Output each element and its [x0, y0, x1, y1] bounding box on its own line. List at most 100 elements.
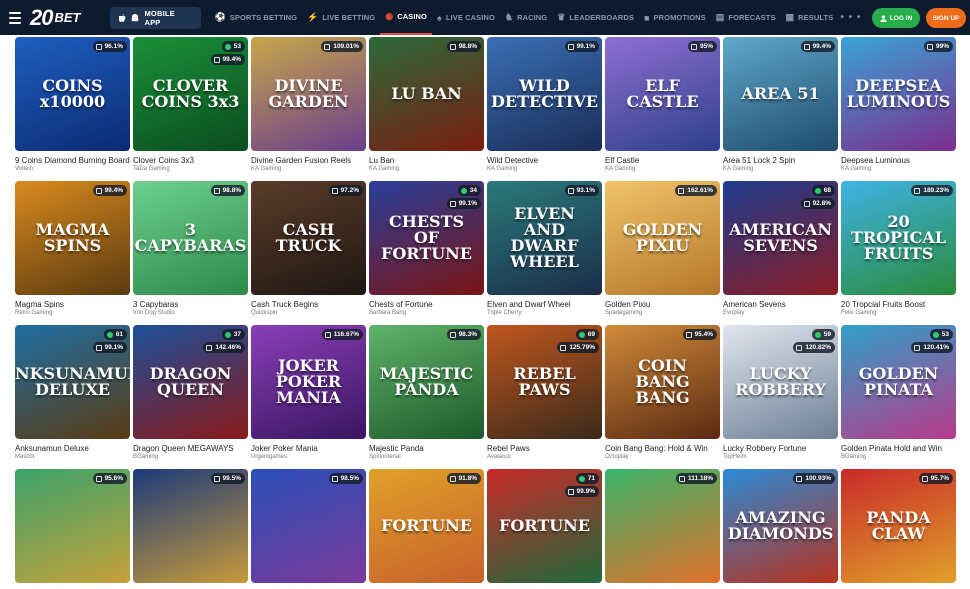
game-thumbnail[interactable]: AREA 51 99.4%: [723, 37, 838, 151]
game-title[interactable]: Elf Castle: [605, 156, 720, 165]
game-tile[interactable]: CLOVER COINS 3x3 53 99.4% Clover Coins 3x3 T…: [133, 37, 248, 172]
game-title[interactable]: 3 Capybaras: [133, 300, 248, 309]
game-thumbnail[interactable]: ELVEN AND DWARF WHEEL 93.1%: [487, 181, 602, 295]
game-tile[interactable]: AREA 51 99.4% Area 51 Lock 2 Spin KA Gaming: [723, 37, 838, 172]
game-title[interactable]: Lucky Robbery Fortune: [723, 444, 838, 453]
game-thumbnail[interactable]: ANKSUNAMUN DELUXE 61 99.1%: [15, 325, 130, 439]
game-tile[interactable]: 95.6%: [15, 469, 130, 589]
game-thumbnail[interactable]: 3 CAPYBARAS 98.8%: [133, 181, 248, 295]
game-tile[interactable]: ELVEN AND DWARF WHEEL 93.1% Elven and Dwar…: [487, 181, 602, 316]
game-tile[interactable]: ELF CASTLE 95% Elf Castle KA Gaming: [605, 37, 720, 172]
game-title[interactable]: 9 Coins Diamond Burning Board: [15, 156, 130, 165]
game-tile[interactable]: AMAZING DIAMONDS 100.93%: [723, 469, 838, 589]
game-tile[interactable]: MAJESTIC PANDA 98.3% Majestic Panda Spinome…: [369, 325, 484, 460]
game-thumbnail[interactable]: 111.18%: [605, 469, 720, 583]
game-title[interactable]: Cash Truck Begins: [251, 300, 366, 309]
game-thumbnail[interactable]: 99.5%: [133, 469, 248, 583]
game-title[interactable]: Dragon Queen MEGAWAYS: [133, 444, 248, 453]
game-title[interactable]: Divine Garden Fusion Reels: [251, 156, 366, 165]
game-tile[interactable]: PANDA CLAW 95.7%: [841, 469, 956, 589]
game-thumbnail[interactable]: LU BAN 98.8%: [369, 37, 484, 151]
game-tile[interactable]: 99.5%: [133, 469, 248, 589]
game-thumbnail[interactable]: GOLDEN PINATA 53 120.41%: [841, 325, 956, 439]
game-tile[interactable]: 3 CAPYBARAS 98.8% 3 Capybaras Iron Dog Stud…: [133, 181, 248, 316]
game-title[interactable]: Joker Poker Mania: [251, 444, 366, 453]
game-thumbnail[interactable]: MAJESTIC PANDA 98.3%: [369, 325, 484, 439]
game-title[interactable]: Clover Coins 3x3: [133, 156, 248, 165]
game-title[interactable]: Majestic Panda: [369, 444, 484, 453]
game-thumbnail[interactable]: FORTUNE 91.8%: [369, 469, 484, 583]
game-thumbnail[interactable]: COIN BANG BANG 95.4%: [605, 325, 720, 439]
game-tile[interactable]: GOLDEN PIXIU 162.61% Golden Pixiu Spadegami…: [605, 181, 720, 316]
game-thumbnail[interactable]: FORTUNE 71 99.9%: [487, 469, 602, 583]
game-tile[interactable]: LU BAN 98.8% Lu Ban KA Gaming: [369, 37, 484, 172]
login-button[interactable]: LOG IN: [872, 8, 920, 28]
game-tile[interactable]: DIVINE GARDEN 109.01% Divine Garden Fusion…: [251, 37, 366, 172]
game-tile[interactable]: DEEPSEA LUMINOUS 99% Deepsea Luminous KA Ga…: [841, 37, 956, 172]
game-title[interactable]: Area 51 Lock 2 Spin: [723, 156, 838, 165]
game-thumbnail[interactable]: 95.6%: [15, 469, 130, 583]
menu-icon[interactable]: [4, 0, 26, 35]
game-thumbnail[interactable]: CHESTS OF FORTUNE 34 99.1%: [369, 181, 484, 295]
nav-item-casino[interactable]: ◉ CASINO: [380, 0, 432, 35]
game-thumbnail[interactable]: REBEL PAWS 69 125.79%: [487, 325, 602, 439]
game-thumbnail[interactable]: JOKER POKER MANIA 116.67%: [251, 325, 366, 439]
game-tile[interactable]: ANKSUNAMUN DELUXE 61 99.1% Anksunamun Delux…: [15, 325, 130, 460]
game-title[interactable]: Chests of Fortune: [369, 300, 484, 309]
game-title[interactable]: Wild Detective: [487, 156, 602, 165]
nav-item-forecasts[interactable]: ▤ FORECASTS: [711, 0, 781, 35]
game-thumbnail[interactable]: DRAGON QUEEN 37 142.46%: [133, 325, 248, 439]
nav-item-results[interactable]: ▦ RESULTS: [781, 0, 839, 35]
game-thumbnail[interactable]: AMERICAN SEVENS 68 92.8%: [723, 181, 838, 295]
game-tile[interactable]: COINS x10000 96.1% 9 Coins Diamond Burning…: [15, 37, 130, 172]
nav-item-live-betting[interactable]: ⚡ LIVE BETTING: [302, 0, 380, 35]
game-title[interactable]: Magma Spins: [15, 300, 130, 309]
game-tile[interactable]: AMERICAN SEVENS 68 92.8% American Sevens Evo…: [723, 181, 838, 316]
nav-item-racing[interactable]: ♞ RACING: [500, 0, 552, 35]
game-tile[interactable]: JOKER POKER MANIA 116.67% Joker Poker Mani…: [251, 325, 366, 460]
site-logo[interactable]: 20 BET: [30, 0, 80, 35]
game-title[interactable]: American Sevens: [723, 300, 838, 309]
game-tile[interactable]: MAGMA SPINS 99.4% Magma Spins Retro Gaming: [15, 181, 130, 316]
game-thumbnail[interactable]: 98.5%: [251, 469, 366, 583]
game-thumbnail[interactable]: COINS x10000 96.1%: [15, 37, 130, 151]
game-tile[interactable]: REBEL PAWS 69 125.79% Rebel Paws Avatarux: [487, 325, 602, 460]
mobile-app-button[interactable]: MOBILE APP: [110, 6, 202, 29]
game-thumbnail[interactable]: PANDA CLAW 95.7%: [841, 469, 956, 583]
game-tile[interactable]: CHESTS OF FORTUNE 34 99.1% Chests of Fortun…: [369, 181, 484, 316]
game-tile[interactable]: WILD DETECTIVE 99.1% Wild Detective KA Gami…: [487, 37, 602, 172]
nav-item-promotions[interactable]: ■ PROMOTIONS: [639, 0, 711, 35]
game-tile[interactable]: LUCKY ROBBERY 59 120.82% Lucky Robbery Fort…: [723, 325, 838, 460]
game-thumbnail[interactable]: WILD DETECTIVE 99.1%: [487, 37, 602, 151]
nav-item-sports-betting[interactable]: ⚽ SPORTS BETTING: [209, 0, 302, 35]
game-tile[interactable]: DRAGON QUEEN 37 142.46% Dragon Queen MEGAWA…: [133, 325, 248, 460]
game-title[interactable]: Coin Bang Bang: Hold & Win: [605, 444, 720, 453]
game-thumbnail[interactable]: LUCKY ROBBERY 59 120.82%: [723, 325, 838, 439]
signup-button[interactable]: SIGN UP: [926, 8, 966, 28]
game-tile[interactable]: FORTUNE 91.8%: [369, 469, 484, 589]
game-tile[interactable]: 20 TROPICAL FRUITS 189.23% 20 Tropcial Fru…: [841, 181, 956, 316]
game-title[interactable]: Anksunamun Deluxe: [15, 444, 130, 453]
game-thumbnail[interactable]: AMAZING DIAMONDS 100.93%: [723, 469, 838, 583]
game-thumbnail[interactable]: ELF CASTLE 95%: [605, 37, 720, 151]
game-title[interactable]: Golden Pixiu: [605, 300, 720, 309]
game-thumbnail[interactable]: DEEPSEA LUMINOUS 99%: [841, 37, 956, 151]
game-title[interactable]: Lu Ban: [369, 156, 484, 165]
more-menu-icon[interactable]: • • •: [840, 12, 861, 23]
game-title[interactable]: Rebel Paws: [487, 444, 602, 453]
game-title[interactable]: Golden Pinata Hold and Win: [841, 444, 956, 453]
game-tile[interactable]: GOLDEN PINATA 53 120.41% Golden Pinata Hold…: [841, 325, 956, 460]
game-tile[interactable]: FORTUNE 71 99.9%: [487, 469, 602, 589]
nav-item-leaderboards[interactable]: ♛ LEADERBOARDS: [552, 0, 639, 35]
game-thumbnail[interactable]: DIVINE GARDEN 109.01%: [251, 37, 366, 151]
game-tile[interactable]: COIN BANG BANG 95.4% Coin Bang Bang: Hold …: [605, 325, 720, 460]
game-thumbnail[interactable]: MAGMA SPINS 99.4%: [15, 181, 130, 295]
game-thumbnail[interactable]: GOLDEN PIXIU 162.61%: [605, 181, 720, 295]
game-thumbnail[interactable]: 20 TROPICAL FRUITS 189.23%: [841, 181, 956, 295]
game-tile[interactable]: 98.5%: [251, 469, 366, 589]
game-tile[interactable]: 111.18%: [605, 469, 720, 589]
game-title[interactable]: Deepsea Luminous: [841, 156, 956, 165]
game-title[interactable]: 20 Tropcial Fruits Boost: [841, 300, 956, 309]
nav-item-live-casino[interactable]: ♠ LIVE CASINO: [432, 0, 500, 35]
game-tile[interactable]: CASH TRUCK 97.2% Cash Truck Begins Quickspi…: [251, 181, 366, 316]
